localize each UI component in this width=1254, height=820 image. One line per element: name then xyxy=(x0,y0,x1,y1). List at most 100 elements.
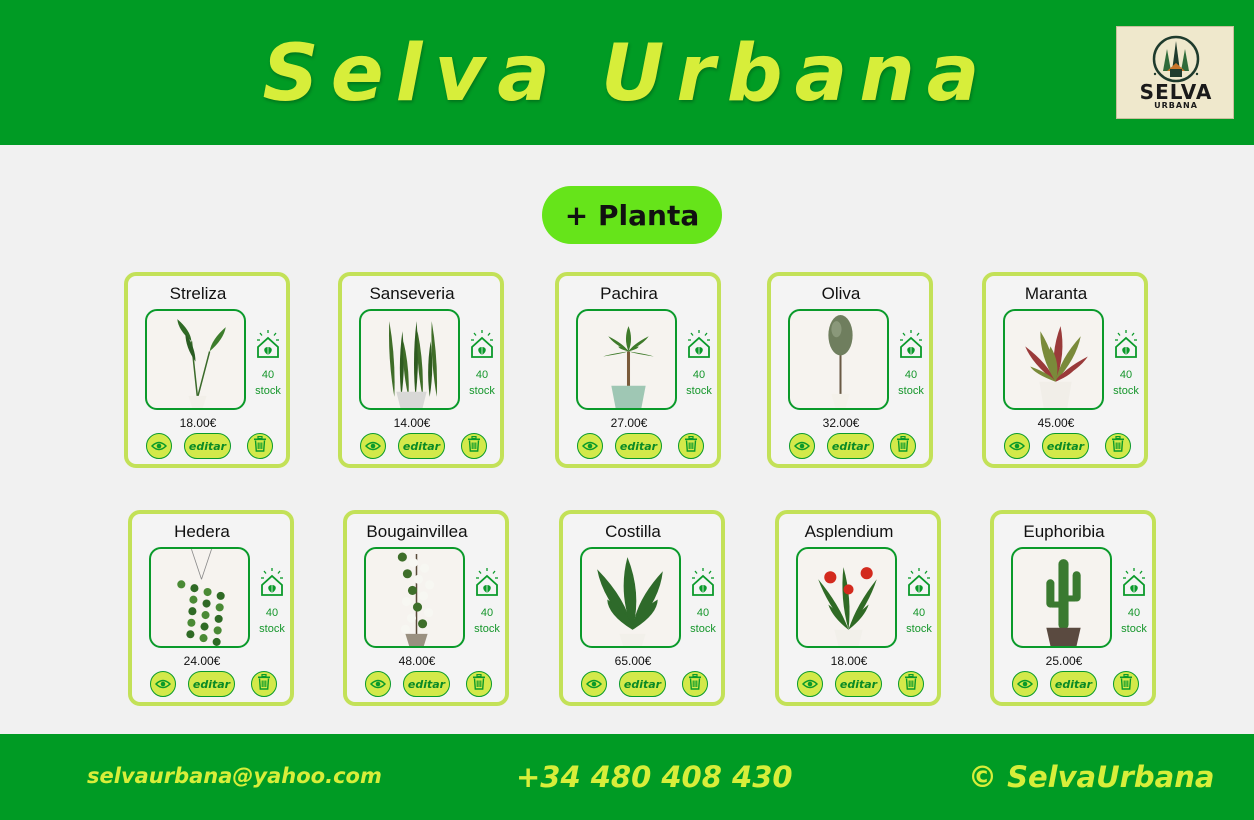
edit-button[interactable]: editar xyxy=(619,671,666,697)
delete-button[interactable] xyxy=(890,433,916,459)
trash-icon xyxy=(896,436,910,456)
plant-name: Bougainvillea xyxy=(366,522,468,541)
stock-icon xyxy=(469,329,495,359)
view-button[interactable] xyxy=(581,671,607,697)
plant-price: 65.00€ xyxy=(614,654,652,668)
stock-icon xyxy=(1121,567,1147,597)
plant-photo xyxy=(796,547,897,648)
footer-email[interactable]: selvaurbana@yahoo.com xyxy=(87,764,382,788)
plant-name: Streliza xyxy=(169,284,227,303)
plant-card: Sanseveria 40 stock 14.00€ editar xyxy=(338,272,504,468)
eye-icon xyxy=(154,675,172,694)
stock-label: stock xyxy=(686,385,712,397)
eye-icon xyxy=(364,437,382,456)
plant-price: 27.00€ xyxy=(610,416,648,430)
view-button[interactable] xyxy=(797,671,823,697)
add-plant-button[interactable]: + Planta xyxy=(542,186,722,244)
plant-price: 32.00€ xyxy=(822,416,860,430)
stock-icon xyxy=(690,567,716,597)
plant-photo xyxy=(788,309,889,410)
edit-button[interactable]: editar xyxy=(827,433,874,459)
stock-icon xyxy=(906,567,932,597)
edit-button[interactable]: editar xyxy=(615,433,662,459)
trash-icon xyxy=(904,674,918,694)
trash-icon xyxy=(472,674,486,694)
footer: selvaurbana@yahoo.com +34 480 408 430 © … xyxy=(0,734,1254,820)
footer-copyright: © SelvaUrbana xyxy=(968,760,1215,794)
edit-button[interactable]: editar xyxy=(184,433,231,459)
stock-label: stock xyxy=(1113,385,1139,397)
view-button[interactable] xyxy=(1004,433,1030,459)
trash-icon xyxy=(1111,436,1125,456)
edit-button[interactable]: editar xyxy=(1042,433,1089,459)
view-button[interactable] xyxy=(365,671,391,697)
eye-icon xyxy=(581,437,599,456)
plant-name: Maranta xyxy=(1024,284,1088,303)
delete-button[interactable] xyxy=(682,671,708,697)
plant-name: Sanseveria xyxy=(369,284,455,303)
stock-label: stock xyxy=(474,623,500,635)
stock-icon xyxy=(686,329,712,359)
edit-button[interactable]: editar xyxy=(835,671,882,697)
view-button[interactable] xyxy=(789,433,815,459)
stock-icon xyxy=(259,567,285,597)
delete-button[interactable] xyxy=(461,433,487,459)
delete-button[interactable] xyxy=(1105,433,1131,459)
delete-button[interactable] xyxy=(247,433,273,459)
plant-price: 24.00€ xyxy=(183,654,221,668)
stock-icon xyxy=(1113,329,1139,359)
stock-count: 40 xyxy=(1119,369,1133,381)
trash-icon xyxy=(688,674,702,694)
stock-count: 40 xyxy=(475,369,489,381)
stock-count: 40 xyxy=(904,369,918,381)
edit-button[interactable]: editar xyxy=(188,671,235,697)
plant-price: 45.00€ xyxy=(1037,416,1075,430)
stock-label: stock xyxy=(469,385,495,397)
plant-name: Pachira xyxy=(600,284,658,303)
plant-name: Euphoribia xyxy=(1023,522,1105,541)
edit-button[interactable]: editar xyxy=(1050,671,1097,697)
eye-icon xyxy=(585,675,603,694)
stock-count: 40 xyxy=(692,369,706,381)
plant-price: 14.00€ xyxy=(393,416,431,430)
plant-card: Bougainvillea 40 stock 48.00€ editar xyxy=(343,510,509,706)
stock-label: stock xyxy=(259,623,285,635)
plant-price: 48.00€ xyxy=(398,654,436,668)
trash-icon xyxy=(467,436,481,456)
delete-button[interactable] xyxy=(466,671,492,697)
plant-card: Asplendium 40 stock 18.00€ editar xyxy=(775,510,941,706)
delete-button[interactable] xyxy=(251,671,277,697)
stock-count: 40 xyxy=(265,607,279,619)
plant-name: Oliva xyxy=(821,284,861,303)
view-button[interactable] xyxy=(1012,671,1038,697)
plant-price: 18.00€ xyxy=(830,654,868,668)
site-title: Selva Urbana xyxy=(262,29,992,119)
view-button[interactable] xyxy=(146,433,172,459)
eye-icon xyxy=(801,675,819,694)
view-button[interactable] xyxy=(577,433,603,459)
delete-button[interactable] xyxy=(678,433,704,459)
delete-button[interactable] xyxy=(1113,671,1139,697)
stock-label: stock xyxy=(255,385,281,397)
plant-photo xyxy=(359,309,460,410)
view-button[interactable] xyxy=(150,671,176,697)
plant-photo xyxy=(576,309,677,410)
plant-photo xyxy=(145,309,246,410)
edit-button[interactable]: editar xyxy=(403,671,450,697)
plant-photo xyxy=(149,547,250,648)
brand-logo[interactable]: SELVA URBANA xyxy=(1116,26,1234,119)
stock-label: stock xyxy=(1121,623,1147,635)
stock-icon xyxy=(255,329,281,359)
plant-photo xyxy=(1011,547,1112,648)
delete-button[interactable] xyxy=(898,671,924,697)
stock-count: 40 xyxy=(912,607,926,619)
plant-price: 25.00€ xyxy=(1045,654,1083,668)
edit-button[interactable]: editar xyxy=(398,433,445,459)
eye-icon xyxy=(793,437,811,456)
header: Selva Urbana SELVA URBANA xyxy=(0,0,1254,145)
plant-name: Hedera xyxy=(174,522,230,541)
plant-card: Maranta 40 stock 45.00€ editar xyxy=(982,272,1148,468)
stock-label: stock xyxy=(898,385,924,397)
footer-phone[interactable]: +34 480 408 430 xyxy=(516,760,793,794)
view-button[interactable] xyxy=(360,433,386,459)
